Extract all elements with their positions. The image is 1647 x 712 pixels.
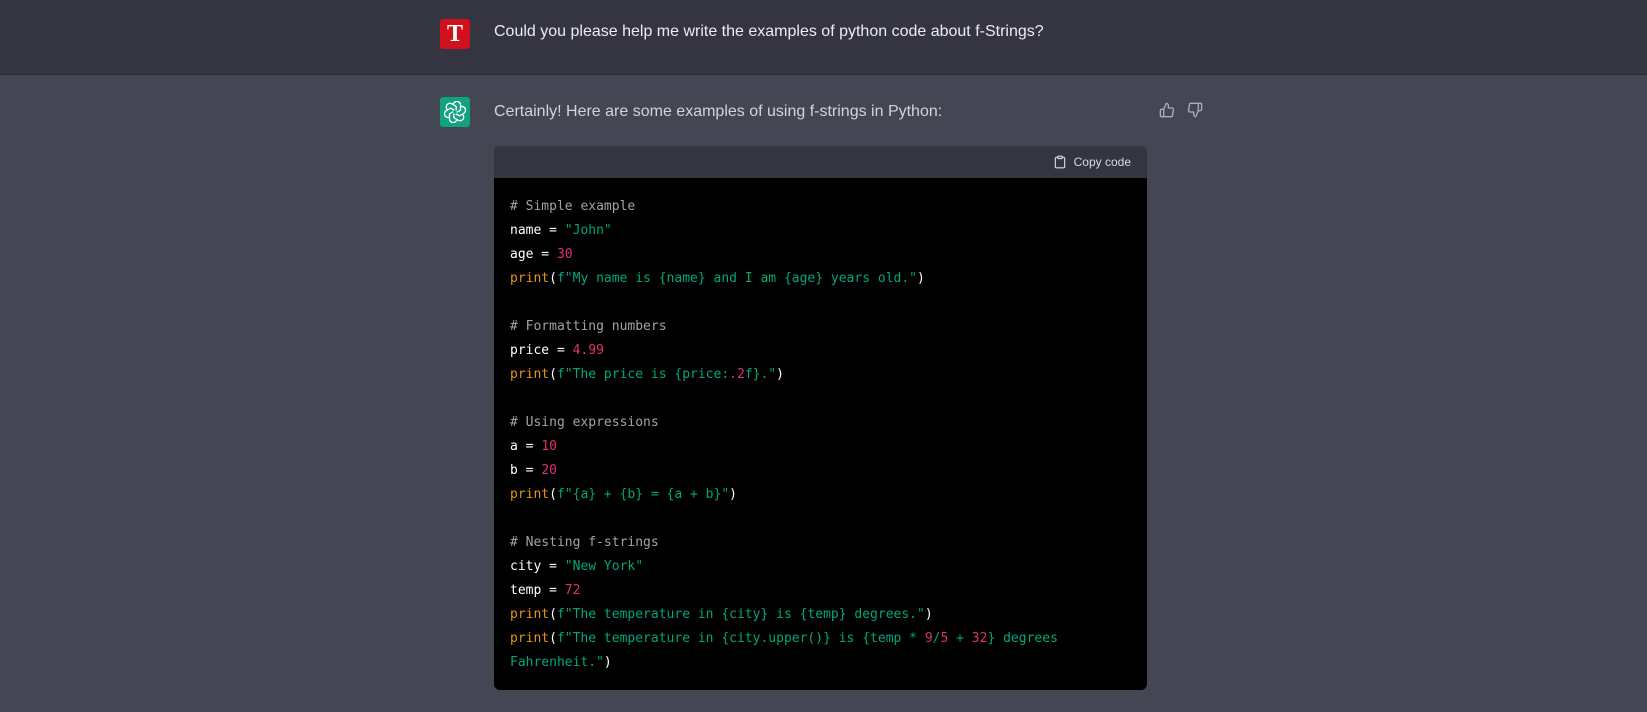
thumbs-up-icon bbox=[1159, 102, 1175, 118]
code-token-punc: ) bbox=[917, 271, 925, 286]
code-token-op: = bbox=[517, 463, 542, 478]
code-line: age = 30 bbox=[510, 243, 1131, 267]
code-token-punc: ( bbox=[549, 487, 557, 502]
code-token-str: f}." bbox=[744, 367, 777, 382]
code-token-fn: print bbox=[510, 487, 550, 502]
code-token-var: a bbox=[510, 439, 518, 454]
code-token-punc: ( bbox=[549, 607, 557, 622]
code-token-op: = bbox=[541, 223, 565, 238]
code-token-punc: ) bbox=[924, 607, 933, 622]
code-token-str: } degrees bbox=[987, 631, 1058, 646]
code-line: # Using expressions bbox=[510, 411, 1131, 435]
code-token-str: f"My name is {name} and I am {age} years… bbox=[556, 271, 917, 286]
code-token-num: 4.99 bbox=[572, 343, 604, 358]
code-token-var: name bbox=[510, 223, 542, 238]
code-line: # Simple example bbox=[510, 195, 1131, 219]
code-token-comment: # Using expressions bbox=[510, 415, 659, 430]
code-token-op: = bbox=[541, 583, 565, 598]
code-token-num: 20 bbox=[541, 463, 557, 478]
code-token-fn: print bbox=[510, 607, 550, 622]
code-block-header: Copy code bbox=[494, 146, 1147, 178]
code-token-str: "John" bbox=[564, 223, 612, 238]
copy-code-label: Copy code bbox=[1073, 155, 1131, 169]
code-token-num: .2 bbox=[729, 367, 745, 382]
code-token-fn: print bbox=[510, 631, 550, 646]
openai-logo-icon bbox=[444, 101, 466, 123]
code-token-str: f"{a} + {b} = {a + b}" bbox=[556, 487, 730, 502]
code-token-op: = bbox=[533, 247, 557, 262]
code-token-comment: # Simple example bbox=[510, 199, 636, 214]
code-token-str: + bbox=[948, 631, 972, 646]
code-token-op: = bbox=[517, 439, 542, 454]
code-token-var: temp bbox=[510, 583, 542, 598]
code-line: # Nesting f-strings bbox=[510, 531, 1131, 555]
user-message-text: Could you please help me write the examp… bbox=[494, 23, 1044, 40]
code-content: # Simple example name = "John" age = 30 pri… bbox=[494, 178, 1147, 675]
clipboard-icon bbox=[1054, 155, 1065, 169]
code-line: print(f"{a} + {b} = {a + b}") bbox=[510, 483, 1131, 507]
code-token-punc: ( bbox=[549, 367, 557, 382]
code-token-num: 9 bbox=[924, 631, 933, 646]
code-line: temp = 72 bbox=[510, 579, 1131, 603]
code-token-fn: print bbox=[510, 367, 550, 382]
code-token-str: f"The temperature in {city} is {temp} de… bbox=[556, 607, 925, 622]
thumbs-down-button[interactable] bbox=[1185, 100, 1205, 120]
code-token-punc: ) bbox=[776, 367, 784, 382]
code-token-str: Fahrenheit." bbox=[510, 655, 604, 670]
code-token-num: 10 bbox=[541, 439, 557, 454]
assistant-avatar bbox=[440, 97, 470, 127]
code-line: print(f"The temperature in {city.upper()… bbox=[510, 627, 1131, 651]
code-token-str: f"The temperature in {city.upper()} is {… bbox=[556, 631, 925, 646]
user-message-row: T Could you please help me write the exa… bbox=[0, 0, 1647, 75]
code-token-punc: ( bbox=[549, 271, 557, 286]
code-token-str: f"The price is {price: bbox=[556, 367, 730, 382]
assistant-intro-text: Certainly! Here are some examples of usi… bbox=[494, 103, 943, 120]
code-token-comment: # Formatting numbers bbox=[510, 319, 667, 334]
code-token-punc: ) bbox=[729, 487, 737, 502]
code-block: Copy code # Simple example name = "John" a… bbox=[494, 146, 1147, 690]
code-line: Fahrenheit.") bbox=[510, 651, 1131, 675]
code-token-num: 32 bbox=[971, 631, 988, 646]
code-token-var: price bbox=[510, 343, 550, 358]
code-line: # Formatting numbers bbox=[510, 315, 1131, 339]
code-token-comment: # Nesting f-strings bbox=[510, 535, 659, 550]
code-token-fn: print bbox=[510, 271, 550, 286]
user-avatar-letter: T bbox=[446, 20, 463, 47]
code-token-var: age bbox=[510, 247, 534, 262]
thumbs-down-icon bbox=[1187, 102, 1203, 118]
user-avatar: T bbox=[440, 19, 470, 49]
code-token-num: 72 bbox=[564, 583, 581, 598]
code-token-punc: ( bbox=[549, 631, 557, 646]
code-token-str: "New York" bbox=[564, 559, 644, 574]
code-line: price = 4.99 bbox=[510, 339, 1131, 363]
code-token-var: b bbox=[510, 463, 518, 478]
code-line: print(f"The price is {price:.2f}.") bbox=[510, 363, 1131, 387]
code-token-op: = bbox=[549, 343, 573, 358]
code-line: name = "John" bbox=[510, 219, 1131, 243]
code-line: b = 20 bbox=[510, 459, 1131, 483]
code-line: print(f"My name is {name} and I am {age}… bbox=[510, 267, 1131, 291]
code-token-num: 30 bbox=[556, 247, 573, 262]
code-line: a = 10 bbox=[510, 435, 1131, 459]
code-line: city = "New York" bbox=[510, 555, 1131, 579]
code-token-punc: ) bbox=[603, 655, 612, 670]
code-token-var: city bbox=[510, 559, 542, 574]
copy-code-button[interactable]: Copy code bbox=[1053, 153, 1131, 171]
code-token-op: = bbox=[541, 559, 565, 574]
thumbs-up-button[interactable] bbox=[1157, 100, 1177, 120]
code-line: print(f"The temperature in {city} is {te… bbox=[510, 603, 1131, 627]
